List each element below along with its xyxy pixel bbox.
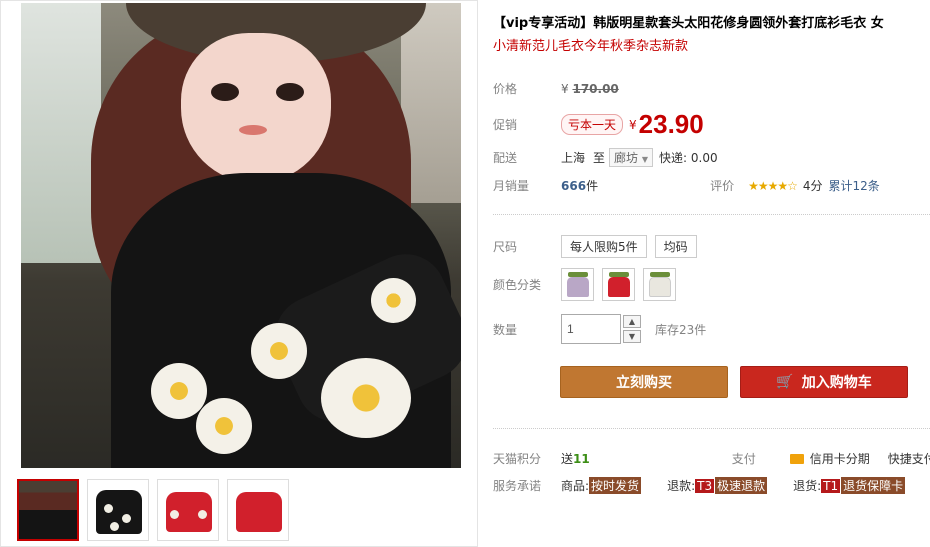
thumbnail-1[interactable] [17,479,79,541]
sweater-flower-pattern [251,323,307,379]
currency-symbol: ¥ [629,117,637,132]
thumbnail-flower [170,510,179,519]
currency-symbol: ¥ [561,81,569,96]
shipping-from: 上海 [561,151,586,165]
size-row: 尺码 每人限购5件 均码 [493,235,705,258]
sales-count: 666 [561,178,587,193]
color-swatch-lilac[interactable] [561,268,594,301]
service-label: 服务承诺 [493,479,542,493]
add-to-cart-button[interactable]: 🛒 加入购物车 [740,366,908,398]
thumbnail-image [96,490,142,534]
increase-icon[interactable]: ▲ [623,315,641,328]
rating-score: 4分 [802,179,823,193]
thumbnail-flower [104,504,113,513]
reviews-link[interactable]: 累计12条 [829,177,880,194]
quantity-input[interactable] [561,314,621,344]
refund-tag[interactable]: 极速退款 [715,477,768,494]
photo-model-eye [211,83,239,101]
size-option[interactable]: 每人限购5件 [561,235,647,258]
buy-now-button[interactable]: 立刻购买 [560,366,728,398]
return-code: T1 [821,478,841,493]
divider [493,214,930,215]
thumbnail-3[interactable] [157,479,219,541]
decrease-icon[interactable]: ▼ [623,330,641,343]
product-info-panel: 【vip专享活动】韩版明星款套头太阳花修身圆领外套打底衫毛衣 女 小清新范儿毛衣… [493,14,930,494]
shipping-label: 配送 [493,151,518,165]
promo-row: 促销 亏本一天 ¥ 23.90 [493,109,704,140]
points-row: 天猫积分 送 11 支付 信用卡分期 快捷支付 [493,450,930,467]
cart-icon: 🛒 [776,374,794,390]
fast-pay-link[interactable]: 快捷支付 [888,450,930,467]
quantity-label: 数量 [493,322,518,337]
thumbnail-flower [122,514,131,523]
rating-label: 评价 [710,179,735,193]
price-row: 价格 ¥ 170.00 [493,80,619,97]
promo-price: 23.90 [638,109,704,139]
stock-count: 库存23件 [655,322,707,337]
main-product-photo[interactable] [21,3,461,468]
buy-now-label: 立刻购买 [616,375,672,391]
size-option[interactable]: 均码 [654,235,697,258]
thumbnail-flower [198,510,207,519]
original-price-value: 170.00 [572,81,619,96]
add-to-cart-label: 加入购物车 [801,375,872,391]
sweater-flower-pattern [321,358,411,438]
product-subtitle: 小清新范儿毛衣今年秋季杂志新款 [493,39,689,54]
sweater-flower-pattern [371,278,416,323]
pay-label: 支付 [731,452,756,466]
thumbnail-image [236,492,282,532]
photo-window-background [21,3,101,263]
goods-prefix: 商品: [561,479,590,493]
thumbnail-image [19,481,77,539]
price-label: 价格 [493,82,518,96]
color-label: 颜色分类 [493,278,542,292]
thumbnail-strip [17,479,289,541]
sales-unit: 件 [586,179,599,193]
destination-select[interactable]: 廊坊 ▼ [609,148,654,167]
swatch-image [567,277,589,297]
return-prefix: 退货: [793,479,822,493]
goods-tag[interactable]: 按时发货 [589,477,642,494]
sweater-flower-pattern [151,363,207,419]
color-row: 颜色分类 [493,268,684,301]
color-swatch-red[interactable] [602,268,635,301]
swatch-image [649,277,671,297]
shipping-row: 配送 上海 至 廊坊 ▼ 快递: 0.00 [493,148,718,167]
photo-model-lips [239,125,267,135]
divider [493,428,930,429]
credit-card-icon [789,453,804,464]
quantity-row: 数量 ▲ ▼ 库存23件 [493,314,706,344]
thumbnail-4[interactable] [227,479,289,541]
service-row: 服务承诺 商品: 按时发货 退款: T3 极速退款 退货: T1 退货保障卡 [493,477,906,494]
size-label: 尺码 [493,240,518,254]
color-swatch-white[interactable] [643,268,676,301]
promo-label: 促销 [493,118,518,132]
thumbnail-flower [110,522,119,531]
points-value: 11 [573,451,590,466]
sales-row: 月销量 666 件 评价 ★★★★☆ 4分 累计12条 [493,177,880,194]
refund-prefix: 退款: [667,479,696,493]
sales-label: 月销量 [493,179,530,193]
rating-stars-icon: ★★★★☆ [748,178,798,193]
image-gallery [0,0,478,547]
photo-model-eye [276,83,304,101]
destination-value: 廊坊 [614,151,639,165]
return-tag[interactable]: 退货保障卡 [841,477,906,494]
sweater-flower-pattern [196,398,252,454]
installment-link[interactable]: 信用卡分期 [810,450,870,467]
refund-code: T3 [695,478,715,493]
points-prefix: 送 [561,452,574,466]
shipping-to-word: 至 [593,151,606,165]
quantity-stepper: ▲ ▼ [623,315,641,343]
photo-model-face [181,33,331,183]
promo-badge: 亏本一天 [561,114,624,135]
chevron-down-icon: ▼ [641,155,649,164]
points-label: 天猫积分 [493,452,542,466]
original-price: ¥ 170.00 [561,82,619,96]
express-fee: 快递: 0.00 [659,151,718,165]
thumbnail-2[interactable] [87,479,149,541]
product-title: 【vip专享活动】韩版明星款套头太阳花修身圆领外套打底衫毛衣 女 [493,16,884,31]
swatch-image [608,277,630,297]
